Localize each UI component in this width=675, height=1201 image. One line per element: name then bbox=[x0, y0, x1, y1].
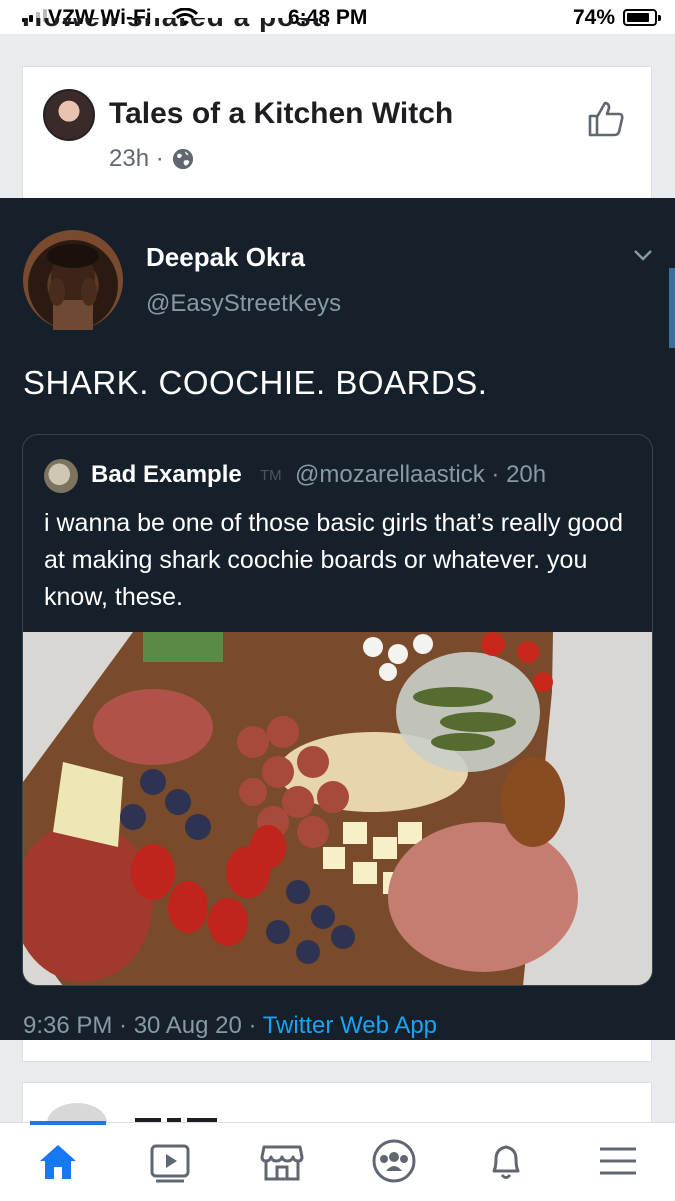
globe-icon bbox=[172, 148, 193, 170]
page-avatar[interactable] bbox=[43, 89, 95, 141]
home-icon[interactable] bbox=[34, 1137, 82, 1185]
next-post-title-cut bbox=[135, 1111, 295, 1124]
quoted-tweet-text: i wanna be one of those basic girls that… bbox=[44, 509, 624, 611]
chevron-down-icon bbox=[634, 250, 652, 261]
active-tab-indicator bbox=[30, 1121, 106, 1125]
post-time[interactable]: 23h · bbox=[109, 145, 164, 173]
quoted-author-name: Bad Example bbox=[91, 461, 242, 488]
menu-icon[interactable] bbox=[594, 1137, 642, 1185]
tweet-source-link[interactable]: Twitter Web App bbox=[263, 1012, 437, 1039]
tweet-text: SHARK. COOCHIE. BOARDS. bbox=[23, 364, 488, 401]
shared-post-header: Howell shared a post. bbox=[22, 18, 662, 46]
notifications-icon[interactable] bbox=[482, 1137, 530, 1185]
tweet-embed[interactable]: Deepak Okra @EasyStreetKeys SHARK. COOCH… bbox=[0, 198, 675, 1040]
post-meta: 23h · bbox=[109, 145, 194, 173]
groups-icon[interactable] bbox=[370, 1137, 418, 1185]
quoted-author-handle: @mozarellaastick · 20h bbox=[295, 461, 547, 488]
tweet-author-handle: @EasyStreetKeys bbox=[146, 290, 342, 317]
avatar-portrait bbox=[47, 244, 99, 330]
charcuterie-board-image bbox=[23, 632, 652, 985]
tweet-footer: 9:36 PM · 30 Aug 20 · Twitter Web App bbox=[23, 1012, 437, 1040]
page-name[interactable]: Tales of a Kitchen Witch bbox=[109, 97, 453, 131]
marketplace-icon[interactable] bbox=[258, 1137, 306, 1185]
scroll-indicator bbox=[669, 268, 675, 348]
watch-icon[interactable] bbox=[146, 1137, 194, 1185]
tweet-author-name: Deepak Okra bbox=[146, 242, 305, 272]
tweet-author-avatar bbox=[23, 230, 123, 330]
thumbs-up-icon[interactable] bbox=[586, 99, 626, 139]
quoted-author-avatar bbox=[44, 459, 78, 493]
quoted-tweet: Bad Example TM @mozarellaastick · 20h i … bbox=[22, 434, 653, 986]
post-card: Tales of a Kitchen Witch 23h · bbox=[22, 66, 652, 198]
post-card-bottom bbox=[22, 1040, 652, 1062]
quoted-author-tm: TM bbox=[260, 467, 282, 484]
bottom-nav bbox=[0, 1121, 675, 1201]
tweet-timestamp: 9:36 PM · 30 Aug 20 · bbox=[23, 1012, 263, 1039]
